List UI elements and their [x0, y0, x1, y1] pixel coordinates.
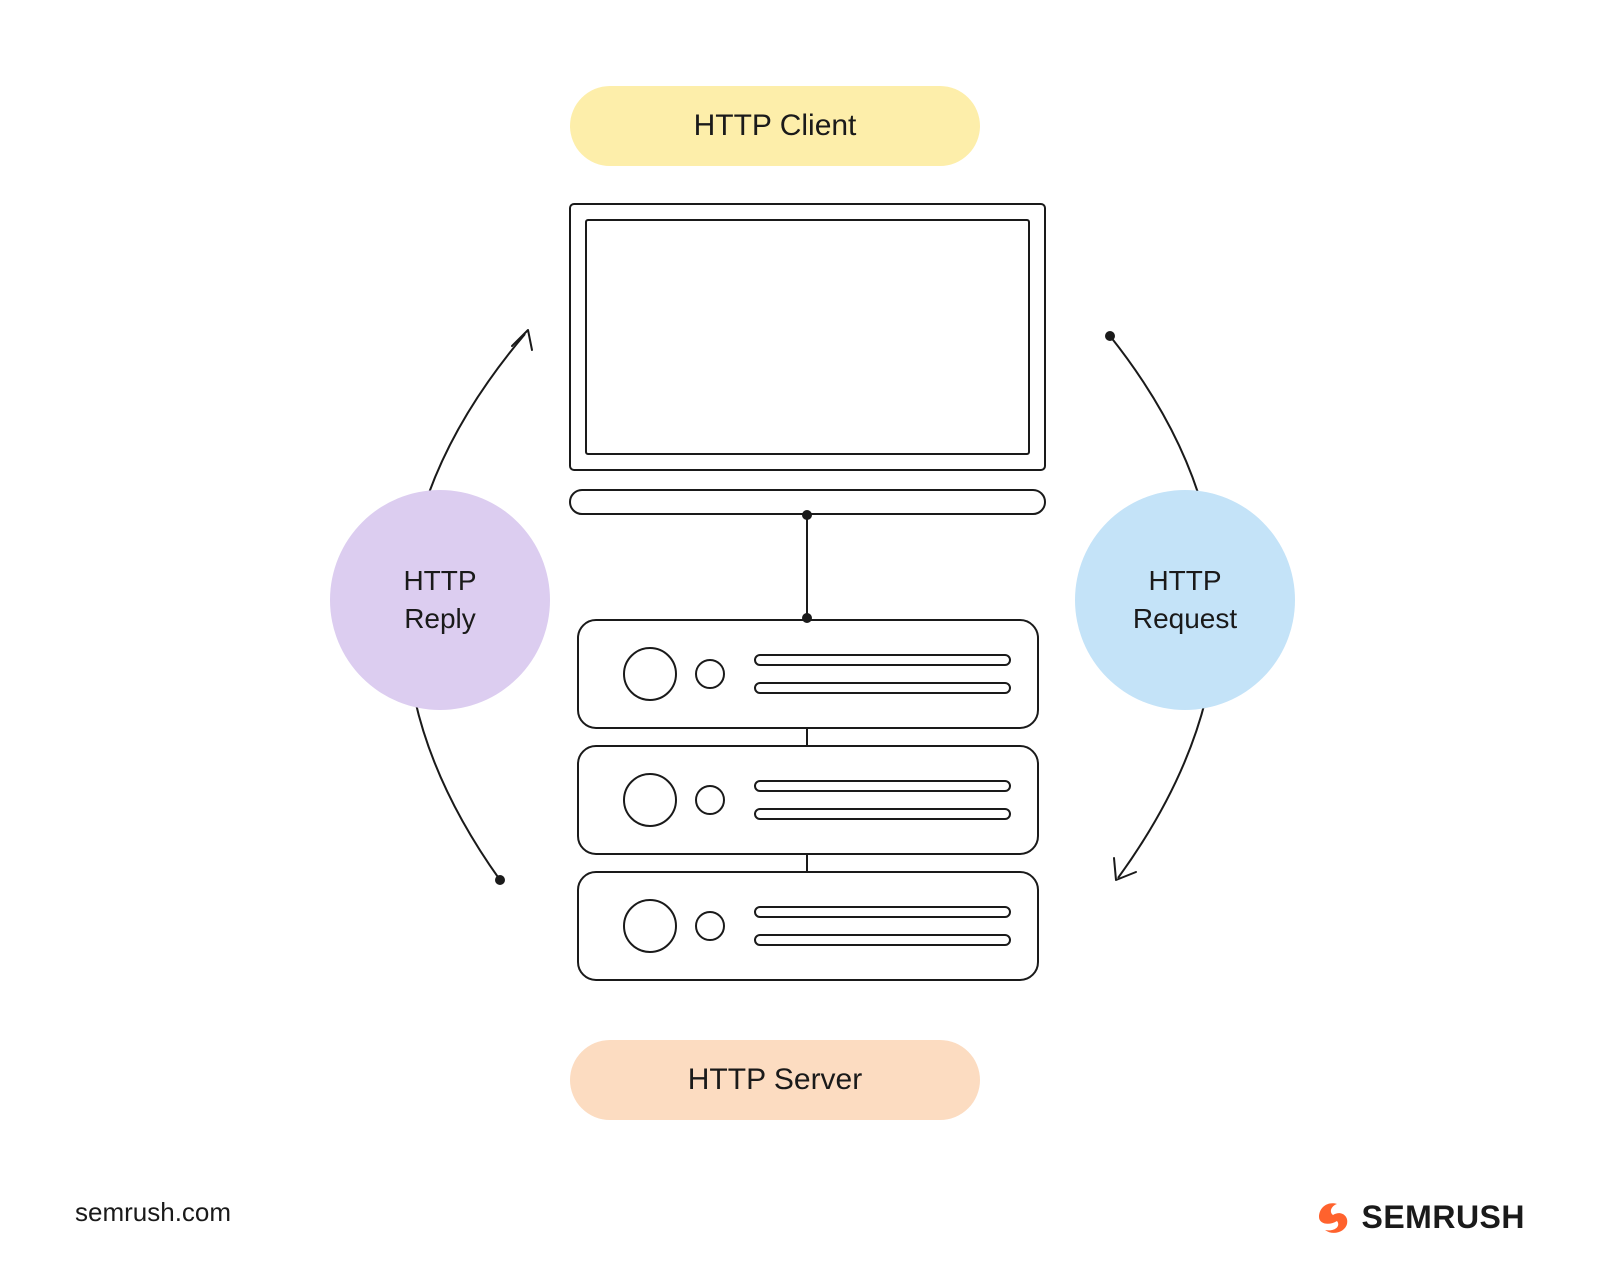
pill-bottom-text: HTTP Server	[688, 1063, 862, 1097]
http-server-label: HTTP Server	[570, 1040, 980, 1120]
http-request-bubble: HTTP Request	[1075, 490, 1295, 710]
left-bubble-line1: HTTP	[403, 562, 476, 600]
right-bubble-line2: Request	[1133, 600, 1237, 638]
semrush-flame-icon	[1311, 1196, 1353, 1238]
footer-url: semrush.com	[75, 1197, 231, 1228]
monitor-icon	[570, 204, 1045, 514]
left-bubble-line2: Reply	[403, 600, 476, 638]
right-bubble-line1: HTTP	[1133, 562, 1237, 600]
pill-top-text: HTTP Client	[694, 109, 857, 143]
http-reply-bubble: HTTP Reply	[330, 490, 550, 710]
brand-name: SEMRUSH	[1361, 1199, 1525, 1236]
client-server-connector	[803, 511, 811, 622]
http-client-label: HTTP Client	[570, 86, 980, 166]
brand-logo: SEMRUSH	[1311, 1196, 1525, 1238]
server-rack-icon	[578, 620, 1038, 980]
